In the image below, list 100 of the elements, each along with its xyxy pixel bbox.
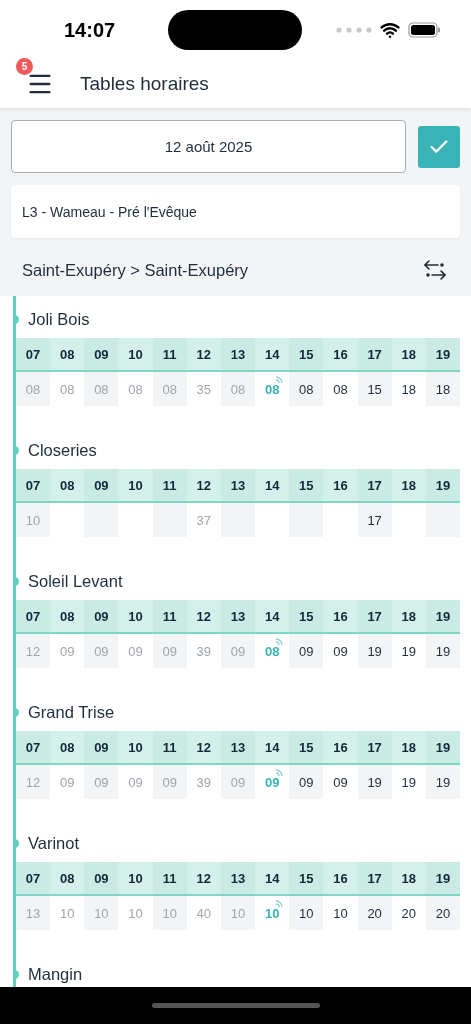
hour-header: 16 bbox=[323, 862, 358, 896]
table-cell: 09 bbox=[220, 765, 256, 799]
hour-header: 10 bbox=[118, 469, 153, 503]
stop-name: Joli Bois bbox=[28, 309, 90, 329]
hour-header: 09 bbox=[84, 600, 119, 634]
hour-header: 14 bbox=[255, 338, 290, 372]
hour-header: 15 bbox=[289, 862, 324, 896]
hour-header: 09 bbox=[84, 469, 119, 503]
hour-header: 17 bbox=[357, 338, 392, 372]
stop-name: Varinot bbox=[28, 833, 80, 853]
table-cell: 09 bbox=[289, 765, 324, 799]
table-cell: 10 bbox=[220, 896, 256, 930]
hour-header: 11 bbox=[152, 600, 187, 634]
hour-header: 08 bbox=[50, 600, 85, 634]
hour-header: 12 bbox=[186, 731, 221, 765]
hour-header: 11 bbox=[152, 469, 187, 503]
table-cell: 20 bbox=[357, 896, 392, 930]
hour-header: 07 bbox=[16, 600, 51, 634]
realtime-icon bbox=[275, 376, 284, 384]
table-cell: 08 bbox=[289, 372, 324, 406]
hour-header: 19 bbox=[425, 469, 460, 503]
hour-header: 17 bbox=[357, 731, 392, 765]
hour-header: 13 bbox=[220, 469, 256, 503]
hour-header: 13 bbox=[220, 731, 256, 765]
table-cell: 10 bbox=[289, 896, 324, 930]
route-selector[interactable]: L3 - Wameau - Pré l'Evêque bbox=[11, 185, 460, 238]
hour-header: 15 bbox=[289, 731, 324, 765]
battery-icon bbox=[408, 22, 441, 38]
hour-header: 15 bbox=[289, 338, 324, 372]
table-cell: 19 bbox=[357, 634, 392, 668]
hour-header: 16 bbox=[323, 600, 358, 634]
table-cell: 12 bbox=[16, 765, 51, 799]
stop-name: Grand Trise bbox=[28, 702, 115, 722]
hour-header: 12 bbox=[186, 469, 221, 503]
hour-header: 15 bbox=[289, 600, 324, 634]
table-cell bbox=[84, 503, 119, 537]
realtime-icon bbox=[275, 900, 284, 908]
table-cell: 09 bbox=[84, 765, 119, 799]
hour-header: 09 bbox=[84, 731, 119, 765]
table-cell: 18 bbox=[425, 372, 460, 406]
signal-icon bbox=[336, 27, 372, 33]
hour-header: 07 bbox=[16, 862, 51, 896]
hour-header: 19 bbox=[425, 338, 460, 372]
hour-header: 10 bbox=[118, 600, 153, 634]
hour-header: 18 bbox=[391, 600, 426, 634]
hour-header: 10 bbox=[118, 731, 153, 765]
table-cell: 19 bbox=[357, 765, 392, 799]
hour-header: 13 bbox=[220, 338, 256, 372]
hour-header: 12 bbox=[186, 600, 221, 634]
table-cell: 13 bbox=[16, 896, 51, 930]
table-cell: 10 bbox=[16, 503, 51, 537]
table-cell: 12 bbox=[16, 634, 51, 668]
hour-header: 16 bbox=[323, 469, 358, 503]
hour-header: 14 bbox=[255, 731, 290, 765]
hour-header: 11 bbox=[152, 862, 187, 896]
hour-header: 16 bbox=[323, 731, 358, 765]
hour-header: 13 bbox=[220, 600, 256, 634]
hour-header: 18 bbox=[391, 731, 426, 765]
table-cell: 08 bbox=[16, 372, 51, 406]
table-cell: 08 bbox=[220, 372, 256, 406]
hour-header: 07 bbox=[16, 731, 51, 765]
stop-name: Mangin bbox=[28, 964, 83, 984]
table-cell bbox=[220, 503, 256, 537]
table-cell: 09 bbox=[289, 634, 324, 668]
hour-header: 08 bbox=[50, 731, 85, 765]
table-cell: 19 bbox=[425, 765, 460, 799]
table-cell: 19 bbox=[425, 634, 460, 668]
hour-header: 12 bbox=[186, 862, 221, 896]
table-cell bbox=[289, 503, 324, 537]
hour-header: 09 bbox=[84, 862, 119, 896]
hour-header: 17 bbox=[357, 600, 392, 634]
hour-header: 08 bbox=[50, 338, 85, 372]
table-cell: 17 bbox=[357, 503, 392, 537]
date-field[interactable]: 12 août 2025 bbox=[11, 120, 406, 173]
table-cell: 09 bbox=[152, 765, 187, 799]
hour-header: 13 bbox=[220, 862, 256, 896]
hour-header: 18 bbox=[391, 469, 426, 503]
table-cell bbox=[152, 503, 187, 537]
hour-header: 19 bbox=[425, 731, 460, 765]
table-cell: 10 bbox=[84, 896, 119, 930]
hour-header: 09 bbox=[84, 338, 119, 372]
hour-header: 17 bbox=[357, 469, 392, 503]
realtime-icon bbox=[275, 769, 284, 777]
hour-header: 07 bbox=[16, 338, 51, 372]
swap-direction-button[interactable] bbox=[424, 260, 446, 280]
table-cell: 15 bbox=[357, 372, 392, 406]
direction-label: Saint-Exupéry > Saint-Exupéry bbox=[22, 260, 249, 280]
realtime-icon bbox=[275, 638, 284, 646]
hour-header: 18 bbox=[391, 862, 426, 896]
hour-header: 19 bbox=[425, 862, 460, 896]
table-cell: 20 bbox=[425, 896, 460, 930]
hour-header: 16 bbox=[323, 338, 358, 372]
table-cell: 08 bbox=[84, 372, 119, 406]
hour-header: 14 bbox=[255, 600, 290, 634]
table-cell: 10 bbox=[152, 896, 187, 930]
hour-header: 14 bbox=[255, 469, 290, 503]
hour-header: 11 bbox=[152, 731, 187, 765]
table-cell: 09 bbox=[84, 634, 119, 668]
hour-header: 12 bbox=[186, 338, 221, 372]
stop-name: Soleil Levant bbox=[28, 571, 123, 591]
